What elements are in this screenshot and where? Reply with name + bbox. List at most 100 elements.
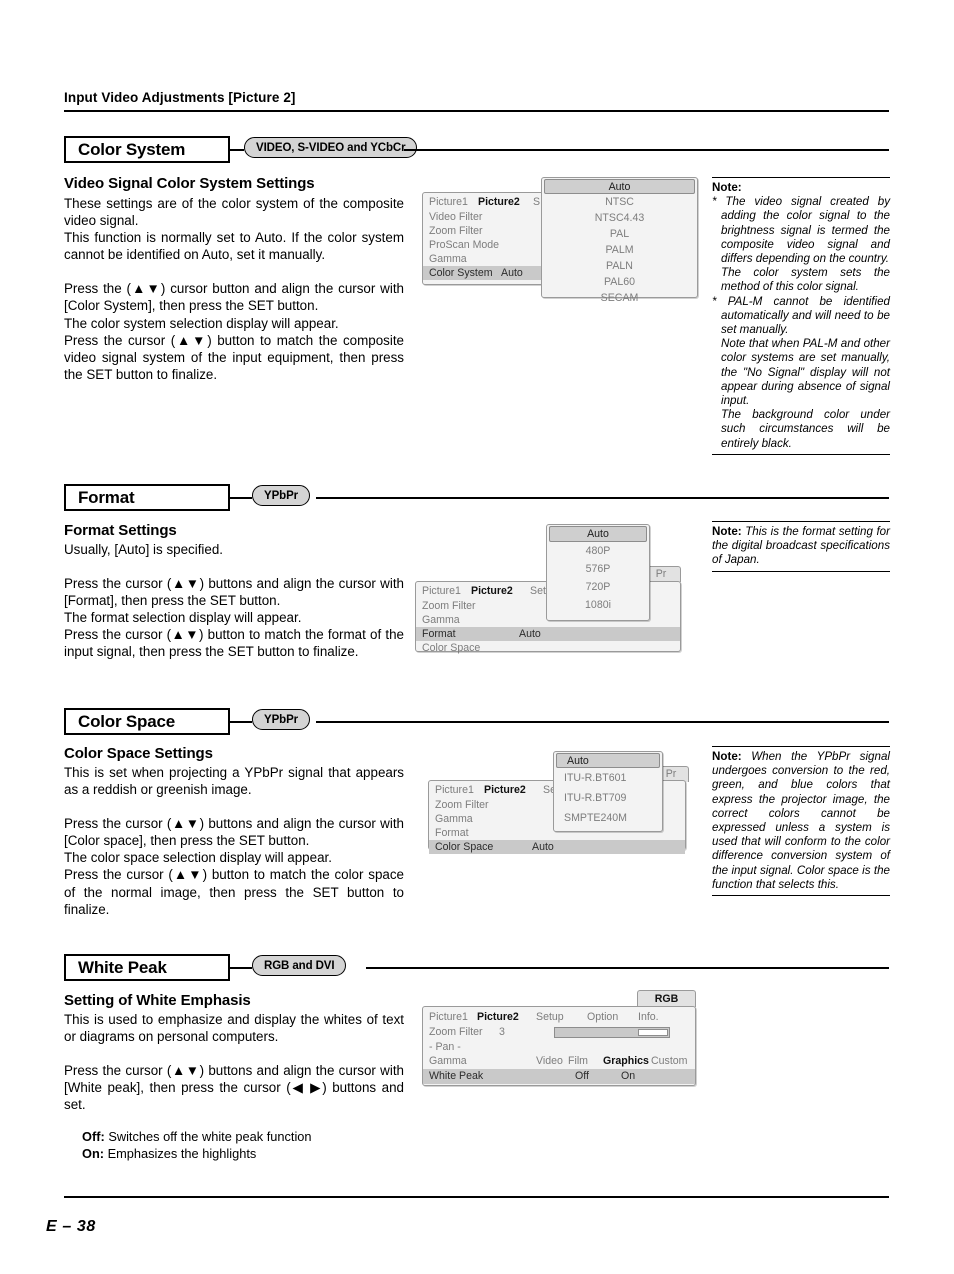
osd-dropdown-item[interactable]: 1080i [547,596,649,614]
paragraph: Press the cursor (▲▼) buttons and align … [64,576,404,609]
footer-page-number: E – 38 [46,1218,96,1235]
osd-dropdown-item[interactable]: NTSC [542,194,697,210]
paragraph: Press the cursor (▲▼) buttons and align … [64,1063,404,1113]
osd-dropdown-item[interactable]: PAL [542,226,697,242]
osd-dropdown-item[interactable]: SECAM [542,290,697,306]
osd-row-selected[interactable]: Color Space Auto [429,840,685,854]
osd-row-white-peak[interactable]: White Peak Off On [423,1069,695,1084]
osd-row-gamma[interactable]: Gamma Video Film Graphics Custom [423,1054,695,1069]
osd-row[interactable]: ProScan Mode [423,238,543,252]
section-title-box: Color System [64,136,230,163]
osd-tab-picture2[interactable]: Picture2 [484,783,526,798]
osd-row[interactable]: Video Filter [423,210,543,224]
gamma-option-film[interactable]: Film [568,1054,588,1069]
osd-tab-row: Picture1 Picture2 S [423,195,543,210]
note-color-system: Note: * The video signal created by addi… [712,177,890,455]
osd-row-selected[interactable]: Color System Auto [423,266,543,280]
osd-row[interactable]: Zoom Filter [423,224,543,238]
section-header-white-peak: White Peak RGB and DVI [64,954,889,982]
osd-tab-row: Picture1 Picture2 Setup Option Info. [423,1010,695,1025]
paragraph: Press the cursor (▲▼) button to match th… [64,867,404,917]
osd-dropdown-color-system: Auto NTSC NTSC4.43 PAL PALM PALN PAL60 S… [541,177,698,304]
osd-tab-picture2[interactable]: Picture2 [477,1010,519,1025]
osd-row-label: - Pan - [429,1041,461,1053]
osd-row-label: White Peak [429,1070,484,1082]
osd-tab-picture1[interactable]: Picture1 [429,1010,468,1025]
note-label: Note: [712,525,742,538]
slider-knob[interactable] [638,1029,668,1036]
note-item: The color system sets the method of this… [721,266,890,294]
osd-dropdown-item[interactable]: ITU-R.BT601 [554,768,662,788]
running-head-title: Input Video Adjustments [Picture 2] [64,90,296,105]
definition-on: On: Emphasizes the highlights [82,1145,312,1162]
section-rule-right [316,721,889,723]
section-rule-right [404,149,889,151]
white-peak-option-on[interactable]: On [621,1069,635,1084]
note-item: * PAL-M cannot be identified automatical… [712,294,890,337]
zoom-filter-slider[interactable] [554,1027,670,1038]
osd-row-label: Color System [429,267,493,279]
osd-row-label: Color Space [422,642,481,654]
definition-off: Off: Switches off the white peak functio… [82,1128,312,1145]
osd-tab-picture1[interactable]: Picture1 [435,783,474,798]
osd-row-label: Format [422,628,456,640]
note-item: * The video signal created by adding the… [712,195,890,266]
osd-row-label: Gamma [429,253,467,265]
section-badge: VIDEO, S-VIDEO and YCbCr [244,137,418,158]
osd-dropdown-item[interactable]: SMPTE240M [554,808,662,828]
osd-row-label: Gamma [422,614,460,626]
definition-term: On: [82,1146,105,1161]
footer-rule [64,1196,889,1198]
osd-row-selected[interactable]: Format Auto [416,627,680,641]
osd-dropdown-format: Auto 480P 576P 720P 1080i [546,524,650,621]
osd-dropdown-item[interactable]: PALM [542,242,697,258]
gamma-option-graphics[interactable]: Graphics [603,1054,649,1069]
manual-page: Input Video Adjustments [Picture 2] Colo… [0,0,954,1274]
osd-row[interactable]: Gamma [423,252,543,266]
osd-dropdown-item[interactable]: 576P [547,560,649,578]
osd-row-label: Color Space [435,841,494,853]
osd-tab-picture1[interactable]: Picture1 [422,584,461,599]
osd-row-label: Video Filter [429,211,483,223]
white-peak-option-off[interactable]: Off [575,1069,589,1084]
osd-dropdown-item[interactable]: 720P [547,578,649,596]
osd-tab-setup[interactable]: S [533,195,540,210]
osd-dropdown-item[interactable]: 480P [547,542,649,560]
gamma-option-video[interactable]: Video [536,1054,563,1069]
section-header-color-system: Color System VIDEO, S-VIDEO and YCbCr [64,136,889,164]
osd-dropdown-item[interactable]: PALN [542,258,697,274]
osd-corner-tab[interactable]: RGB [637,990,696,1007]
paragraph: The color system selection display will … [64,315,339,331]
osd-tab-setup[interactable]: Setup [536,1010,564,1025]
osd-tab-picture2[interactable]: Picture2 [471,584,513,599]
paragraph: The color space selection display will a… [64,850,332,866]
section-title: White Peak [78,957,167,977]
running-head-rule [64,110,889,112]
body-text-color-space: This is set when projecting a YPbPr sign… [64,764,404,918]
osd-tab-option[interactable]: Option [587,1010,618,1025]
subsection-title: Color Space Settings [64,745,213,762]
osd-dropdown-item[interactable]: PAL60 [542,274,697,290]
section-title: Format [78,487,135,507]
body-text-color-system: These settings are of the color system o… [64,195,404,383]
section-header-color-space: Color Space YPbPr [64,708,889,736]
paragraph: These settings are of the color system o… [64,196,404,229]
osd-row-zoom-filter[interactable]: Zoom Filter 3 [423,1025,695,1040]
osd-tab-info[interactable]: Info. [638,1010,659,1025]
osd-row-label: Gamma [435,813,473,825]
osd-row-pan[interactable]: - Pan - [423,1040,695,1054]
section-title-box: White Peak [64,954,230,981]
osd-tab-picture1[interactable]: Picture1 [429,195,468,210]
osd-dropdown-item-selected[interactable]: Auto [549,526,647,542]
osd-dropdown-item[interactable]: ITU-R.BT709 [554,788,662,808]
osd-dropdown-item[interactable]: NTSC4.43 [542,210,697,226]
osd-dropdown-item-selected[interactable]: Auto [544,179,695,194]
osd-tab-picture2[interactable]: Picture2 [478,195,520,210]
osd-row-label: ProScan Mode [429,239,500,251]
subsection-title: Setting of White Emphasis [64,992,251,1009]
osd-row-value: Auto [501,267,523,279]
osd-row[interactable]: Color Space [416,641,680,655]
osd-dropdown-item-selected[interactable]: Auto [556,753,660,768]
paragraph: This is used to emphasize and display th… [64,1012,404,1045]
gamma-option-custom[interactable]: Custom [651,1054,688,1069]
